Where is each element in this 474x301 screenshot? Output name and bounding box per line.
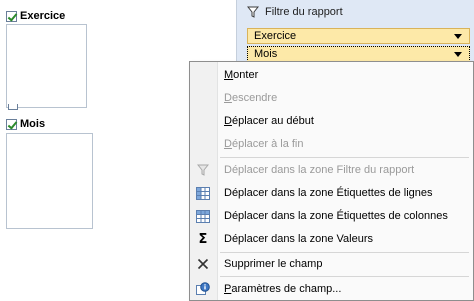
menu-item-deplacer-au-debut[interactable]: Déplacer au début (190, 110, 473, 132)
menu-item-move-to-row-labels[interactable]: Déplacer dans la zone Étiquettes de lign… (190, 182, 473, 204)
menu-separator (220, 157, 469, 158)
menu-item-label: Déplacer dans la zone Valeurs (224, 233, 373, 245)
menu-separator (220, 276, 469, 277)
scroll-marker (8, 104, 18, 110)
field-header-mois[interactable]: Mois (6, 117, 45, 131)
filter-item-exercice[interactable]: Exercice (247, 28, 470, 44)
menu-item-label: Déplacer dans la zone Filtre du rapport (224, 164, 415, 176)
mois-field-box[interactable] (6, 133, 93, 229)
menu-item-parametres-de-champ[interactable]: Paramètres de champ... (190, 278, 473, 300)
chevron-down-icon[interactable] (454, 52, 462, 57)
field-context-menu: Monter Descendre Déplacer au début Dépla… (189, 61, 474, 301)
menu-item-move-to-column-labels[interactable]: Déplacer dans la zone Étiquettes de colo… (190, 205, 473, 227)
sigma-icon: Σ (198, 231, 208, 247)
menu-item-monter[interactable]: Monter (190, 64, 473, 86)
column-labels-icon (196, 209, 210, 223)
exercice-field-box[interactable] (6, 24, 87, 108)
menu-item-descendre[interactable]: Descendre (190, 87, 473, 109)
menu-item-supprimer-le-champ[interactable]: Supprimer le champ (190, 253, 473, 275)
delete-x-icon (196, 257, 210, 271)
menu-item-move-to-report-filter[interactable]: Déplacer dans la zone Filtre du rapport (190, 159, 473, 181)
menu-item-move-to-values[interactable]: Σ Déplacer dans la zone Valeurs (190, 228, 473, 250)
report-filter-title: Filtre du rapport (265, 6, 343, 18)
menu-item-label: Déplacer dans la zone Étiquettes de colo… (224, 210, 448, 222)
field-group-mois[interactable]: Mois (6, 117, 45, 131)
field-header-exercice[interactable]: Exercice (6, 9, 65, 23)
menu-item-label: Déplacer à la fin (224, 138, 304, 150)
report-filter-header: Filtre du rapport (247, 6, 343, 18)
menu-item-label: Déplacer au début (224, 115, 314, 127)
filter-item-mois[interactable]: Mois (247, 46, 470, 62)
row-labels-icon (196, 186, 210, 200)
filter-item-mois-label: Mois (254, 48, 278, 60)
menu-item-label: Descendre (224, 92, 278, 104)
chevron-down-icon[interactable] (454, 34, 462, 39)
mois-label: Mois (20, 118, 46, 130)
filter-item-exercice-label: Exercice (254, 30, 297, 42)
menu-item-deplacer-a-la-fin[interactable]: Déplacer à la fin (190, 133, 473, 155)
menu-item-label: Paramètres de champ... (224, 283, 342, 295)
exercice-checkbox[interactable] (6, 10, 17, 22)
filter-icon (247, 6, 259, 18)
exercice-label: Exercice (20, 10, 66, 22)
menu-item-label: Monter (224, 69, 259, 81)
field-group-exercice[interactable]: Exercice (6, 9, 65, 23)
menu-item-label: Supprimer le champ (224, 258, 323, 270)
field-settings-icon (196, 282, 210, 296)
menu-item-label: Déplacer dans la zone Étiquettes de lign… (224, 187, 433, 199)
filter-icon (196, 163, 210, 177)
mois-checkbox[interactable] (6, 118, 17, 130)
